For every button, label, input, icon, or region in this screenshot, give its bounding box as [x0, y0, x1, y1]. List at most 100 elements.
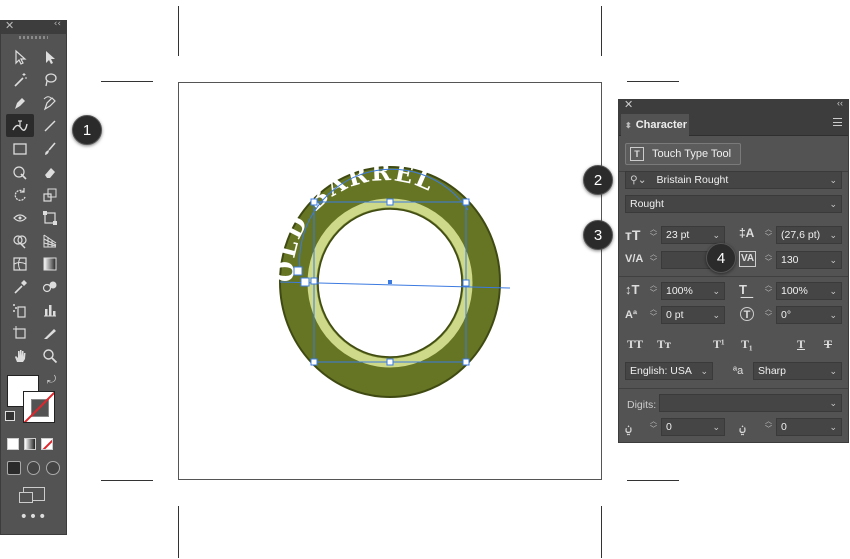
magic-wand-icon — [14, 72, 27, 87]
arabic-left-icon: ݧ — [625, 420, 633, 434]
all-caps-button[interactable]: TT — [627, 337, 643, 352]
color-mode-row — [1, 435, 66, 453]
more-tools-icon[interactable]: ••• — [1, 509, 66, 525]
close-icon[interactable]: ✕ — [624, 98, 633, 111]
font-size-stepper[interactable]: ︿ ﹀ — [649, 226, 658, 244]
touch-type-tool-button[interactable]: T Touch Type Tool — [625, 143, 741, 165]
tab-character[interactable]: ⬍ Character — [621, 114, 689, 136]
symbol-sprayer-tool[interactable] — [6, 298, 34, 321]
lasso-tool[interactable] — [36, 68, 64, 91]
zoom-tool[interactable] — [36, 344, 64, 367]
touch-type-icon: T — [630, 147, 644, 161]
rectangle-icon — [13, 142, 27, 155]
perspective-grid-tool[interactable] — [36, 229, 64, 252]
hand-tool[interactable] — [6, 344, 34, 367]
free-transform-tool[interactable] — [36, 206, 64, 229]
tracking-field[interactable]: 130 ⌄ — [776, 251, 842, 269]
antialias-select[interactable]: Sharp ⌄ — [753, 362, 842, 380]
selection-tool[interactable] — [6, 45, 34, 68]
font-style-field[interactable]: Rought ⌄ — [625, 195, 842, 213]
column-graph-tool[interactable] — [36, 298, 64, 321]
free-transform-icon — [43, 210, 57, 225]
gradient-mode-icon[interactable] — [24, 438, 36, 450]
collapse-icon[interactable]: ‹‹ — [837, 98, 843, 108]
width-tool[interactable] — [6, 206, 34, 229]
rectangle-tool[interactable] — [6, 137, 34, 160]
gradient-tool[interactable] — [36, 252, 64, 275]
arabic-left-stepper[interactable]: ︿ ﹀ — [649, 418, 658, 436]
close-icon[interactable]: ✕ — [5, 19, 14, 32]
shape-builder-tool[interactable] — [6, 229, 34, 252]
screen-mode-icon[interactable] — [18, 487, 45, 503]
tab-expand-icon[interactable]: ⬍ — [625, 121, 632, 130]
superscript-button[interactable]: T¹ — [713, 337, 725, 352]
horizontal-scale-field[interactable]: 100% ⌄ — [776, 282, 842, 300]
antialias-icon: ªa — [733, 365, 744, 377]
default-fill-stroke-icon[interactable] — [5, 411, 15, 421]
pen-tool[interactable] — [6, 91, 34, 114]
shaper-tool[interactable] — [6, 160, 34, 183]
font-family-field[interactable]: ⚲⌄ Bristain Rought ⌄ — [625, 171, 842, 189]
direct-selection-icon — [46, 50, 55, 64]
chevron-down-icon: ⌄ — [829, 366, 837, 376]
direct-selection-tool[interactable] — [36, 45, 64, 68]
collapse-icon[interactable]: ‹‹ — [54, 19, 61, 29]
digits-select[interactable]: ⌄ — [659, 394, 842, 412]
arabic-right-stepper[interactable]: ︿ ﹀ — [764, 418, 773, 436]
panel-menu-icon[interactable] — [833, 118, 842, 126]
blend-tool[interactable] — [36, 275, 64, 298]
language-select[interactable]: English: USA ⌄ — [625, 362, 713, 380]
lasso-icon — [45, 72, 57, 86]
tab-character-label: Character — [635, 119, 688, 131]
chevron-down-icon: ⌄ — [712, 422, 720, 432]
arabic-right-field[interactable]: 0 ⌄ — [776, 418, 842, 436]
kerning-stepper[interactable]: ︿ ﹀ — [649, 251, 658, 269]
artboard-tool[interactable] — [6, 321, 34, 344]
center-point — [388, 280, 392, 284]
underline-button[interactable]: T — [797, 337, 805, 352]
draw-behind-icon[interactable] — [26, 461, 41, 475]
eraser-tool[interactable] — [36, 160, 64, 183]
slice-tool[interactable] — [36, 321, 64, 344]
vertical-scale-stepper[interactable]: ︿ ﹀ — [649, 282, 658, 300]
chevron-down-icon: ⌄ — [829, 310, 837, 320]
mesh-icon — [13, 256, 27, 271]
mesh-tool[interactable] — [6, 252, 34, 275]
font-size-field[interactable]: 23 pt ⌄ — [661, 226, 725, 244]
arabic-left-field[interactable]: 0 ⌄ — [661, 418, 725, 436]
rotation-field[interactable]: 0° ⌄ — [776, 306, 842, 324]
column-graph-icon — [44, 304, 56, 316]
rotate-tool[interactable] — [6, 183, 34, 206]
magic-wand-tool[interactable] — [6, 68, 34, 91]
leading-stepper[interactable]: ︿ ﹀ — [764, 226, 773, 244]
chevron-down-icon: ⌄ — [829, 286, 837, 296]
stroke-swatch[interactable] — [23, 391, 55, 423]
antialias-value: Sharp — [758, 365, 787, 377]
line-segment-tool[interactable] — [36, 114, 64, 137]
baseline-shift-field[interactable]: 0 pt ⌄ — [661, 306, 725, 324]
rotation-stepper[interactable]: ︿ ﹀ — [764, 306, 773, 324]
small-caps-button[interactable]: Tᴛ — [657, 337, 671, 352]
eyedropper-tool[interactable] — [6, 275, 34, 298]
swap-fill-stroke-icon[interactable]: ⤾ — [47, 373, 56, 387]
leading-field[interactable]: (27,6 pt) ⌄ — [776, 226, 842, 244]
draw-inside-icon[interactable] — [46, 461, 61, 475]
strikethrough-button[interactable]: T — [824, 337, 832, 352]
curvature-tool[interactable] — [36, 91, 64, 114]
draw-normal-icon[interactable] — [7, 461, 21, 475]
baseline-shift-stepper[interactable]: ︿ ﹀ — [649, 306, 658, 324]
subscript-button[interactable]: T₁ — [741, 337, 753, 352]
tools-panel: ✕ ‹‹ ⤾ ••• — [0, 19, 67, 535]
type-on-path-tool[interactable] — [6, 114, 34, 137]
baseline-shift-icon: Aª — [625, 309, 638, 321]
color-mode-icon[interactable] — [7, 438, 19, 450]
draw-mode-row — [1, 459, 66, 477]
horizontal-scale-stepper[interactable]: ︿ ﹀ — [764, 282, 773, 300]
font-size-icon: ᴛT — [625, 227, 641, 243]
hand-icon — [15, 349, 26, 362]
tracking-stepper[interactable]: ︿ ﹀ — [764, 251, 773, 269]
scale-tool[interactable] — [36, 183, 64, 206]
none-mode-icon[interactable] — [41, 438, 53, 450]
vertical-scale-field[interactable]: 100% ⌄ — [661, 282, 725, 300]
paintbrush-tool[interactable] — [36, 137, 64, 160]
